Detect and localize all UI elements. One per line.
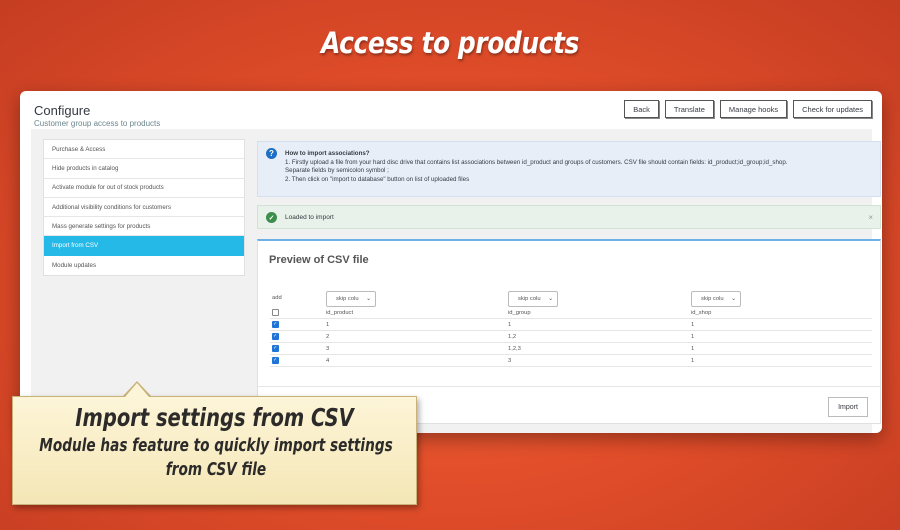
column-select-3[interactable]: skip colu ⌄	[691, 291, 741, 307]
header-id-product: id_product	[326, 310, 354, 316]
cell-id-product: 3	[326, 346, 330, 352]
success-alert: ✓ Loaded to import ×	[257, 205, 881, 229]
panel-divider	[258, 386, 880, 387]
chevron-down-icon: ⌄	[366, 296, 371, 302]
manage-hooks-button[interactable]: Manage hooks	[719, 100, 788, 118]
toolbar: Back Translate Manage hooks Check for up…	[624, 100, 872, 118]
row-checkbox[interactable]: ✓	[272, 333, 279, 340]
cell-id-group: 3	[508, 358, 512, 364]
sidebar-item-import-csv[interactable]: Import from CSV	[44, 236, 244, 256]
callout-arrow-inner	[125, 383, 149, 397]
table-row: ✓ 2 1,2 1	[270, 331, 872, 343]
page-subtitle: Customer group access to products	[34, 119, 161, 128]
cell-id-product: 2	[326, 334, 330, 340]
info-heading: How to import associations?	[285, 150, 370, 157]
cell-id-shop: 1	[691, 346, 695, 352]
chevron-down-icon: ⌄	[731, 296, 736, 302]
promo-title: Access to products	[321, 26, 579, 60]
sidebar-menu: Purchase & Access Hide products in catal…	[43, 139, 245, 277]
check-updates-button[interactable]: Check for updates	[793, 100, 872, 118]
row-checkbox[interactable]: ✓	[272, 345, 279, 352]
sidebar-item-visibility-conditions[interactable]: Additional visibility conditions for cus…	[44, 198, 244, 218]
chevron-down-icon: ⌄	[548, 296, 553, 302]
check-circle-icon: ✓	[266, 212, 277, 223]
select-all-checkbox[interactable]	[272, 309, 279, 316]
panel-title: Preview of CSV file	[269, 254, 369, 266]
cell-id-product: 4	[326, 358, 330, 364]
feature-callout: Import settings from CSV Module has feat…	[12, 396, 417, 505]
column-select-value: skip colu	[701, 296, 724, 302]
sidebar-item-module-updates[interactable]: Module updates	[44, 256, 244, 275]
success-message: Loaded to import	[285, 214, 334, 221]
sidebar-item-out-of-stock[interactable]: Activate module for out of stock product…	[44, 179, 244, 198]
callout-title: Import settings from CSV	[75, 403, 354, 432]
sidebar-item-hide-products[interactable]: Hide products in catalog	[44, 159, 244, 179]
column-select-value: skip colu	[518, 296, 541, 302]
callout-text: Module has feature to quickly import set…	[39, 436, 393, 480]
add-column-label: add	[272, 295, 282, 301]
row-checkbox[interactable]: ✓	[272, 357, 279, 364]
column-select-1[interactable]: skip colu ⌄	[326, 291, 376, 307]
column-select-2[interactable]: skip colu ⌄	[508, 291, 558, 307]
cell-id-group: 1	[508, 322, 512, 328]
info-line-2: Separate fields by semicolon symbol ;	[285, 167, 389, 174]
info-line-1: 1. Firstly upload a file from your hard …	[285, 158, 788, 166]
header-id-group: id_group	[508, 310, 531, 316]
table-header-row: id_product id_group id_shop	[270, 307, 872, 319]
info-line-3: 2. Then click on "import to database" bu…	[285, 175, 470, 183]
content-area: Purchase & Access Hide products in catal…	[31, 129, 881, 433]
page-title: Configure	[34, 103, 91, 118]
translate-button[interactable]: Translate	[664, 100, 714, 118]
csv-preview-table: add skip colu ⌄ skip colu ⌄ skip colu ⌄ id_…	[270, 289, 872, 367]
row-checkbox[interactable]: ✓	[272, 321, 279, 328]
column-select-value: skip colu	[336, 296, 359, 302]
table-row: ✓ 4 3 1	[270, 355, 872, 367]
import-button[interactable]: Import	[828, 397, 868, 417]
sidebar-item-purchase-access[interactable]: Purchase & Access	[44, 140, 244, 160]
cell-id-product: 1	[326, 322, 330, 328]
cell-id-shop: 1	[691, 322, 695, 328]
table-row: ✓ 3 1,2,3 1	[270, 343, 872, 355]
info-text: How to import associations? 1. Firstly u…	[285, 150, 788, 184]
cell-id-shop: 1	[691, 334, 695, 340]
back-button[interactable]: Back	[624, 100, 659, 118]
info-alert: ? How to import associations? 1. Firstly…	[257, 141, 881, 197]
table-row: ✓ 1 1 1	[270, 319, 872, 331]
close-icon[interactable]: ×	[868, 213, 873, 222]
cell-id-shop: 1	[691, 358, 695, 364]
question-icon: ?	[266, 148, 277, 159]
cell-id-group: 1,2	[508, 334, 517, 340]
cell-id-group: 1,2,3	[508, 346, 521, 352]
header-id-shop: id_shop	[691, 310, 712, 316]
column-mapping-row: add skip colu ⌄ skip colu ⌄ skip colu ⌄	[270, 289, 872, 307]
sidebar-item-mass-generate[interactable]: Mass generate settings for products	[44, 217, 244, 237]
